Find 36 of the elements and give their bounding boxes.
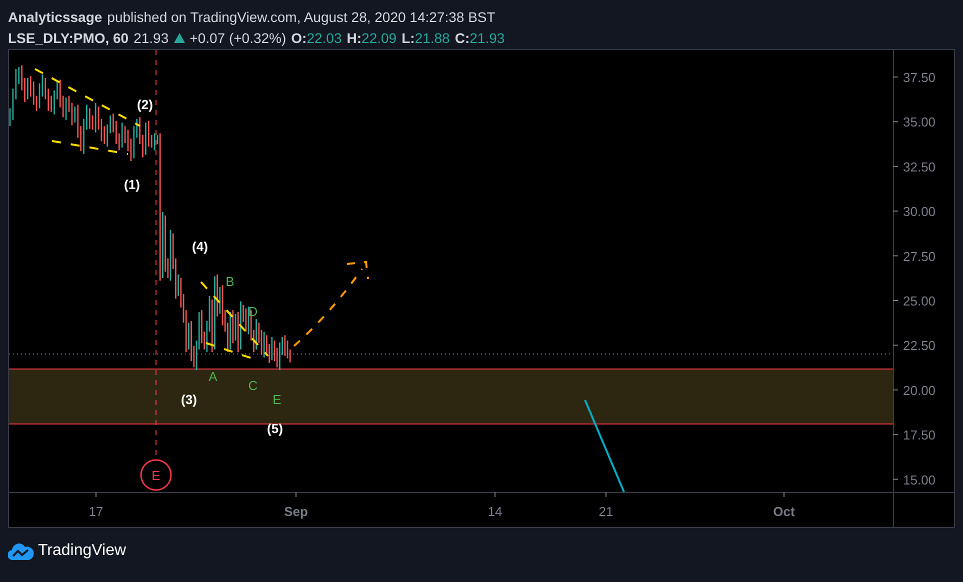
event-label: E — [152, 468, 160, 483]
ohlc-value: O:22.03 — [291, 30, 342, 46]
symbol-label: LSE_DLY:PMO, 60 — [8, 30, 129, 46]
price-label: 22.50 — [903, 338, 936, 354]
brand-name: TradingView — [38, 542, 126, 560]
price-label: 20.00 — [903, 382, 936, 398]
ohlc-value: H:22.09 — [346, 30, 397, 46]
ohlc-value: C:21.93 — [454, 30, 505, 46]
price-label: 30.00 — [903, 204, 936, 220]
wave-label: B — [226, 274, 234, 289]
time-label: 21 — [598, 504, 614, 519]
author-name: Analyticssage — [8, 8, 102, 24]
time-label: Oct — [773, 504, 795, 519]
time-label: 14 — [488, 504, 502, 519]
price-label: 32.50 — [903, 159, 936, 174]
price-change: +0.07 (+0.32%) — [190, 30, 286, 46]
wave-label: D — [248, 304, 258, 319]
time-label: Sep — [284, 504, 308, 519]
wave-label: (2) — [137, 97, 153, 112]
wave-label: E — [272, 392, 282, 407]
wave-label: (4) — [192, 239, 208, 254]
last-price: 21.93 — [134, 30, 169, 46]
price-label: 25.00 — [903, 294, 936, 308]
price-label: 27.50 — [903, 248, 936, 264]
ohlc-value: L:21.88 — [402, 30, 450, 46]
price-label: 17.50 — [903, 428, 936, 443]
price-label: 37.50 — [903, 70, 936, 85]
wave-label: (1) — [124, 177, 140, 192]
wave-label: (3) — [181, 392, 197, 407]
wave-label: C — [248, 378, 258, 393]
publish-info: published on TradingView.com, August 28, 2020 14:27:38 BST — [107, 8, 496, 24]
time-label: 17 — [88, 504, 104, 519]
price-label: 15.00 — [903, 472, 936, 488]
wave-label: (5) — [267, 421, 283, 436]
price-label: 35.00 — [903, 114, 936, 130]
wave-label: A — [208, 369, 218, 384]
